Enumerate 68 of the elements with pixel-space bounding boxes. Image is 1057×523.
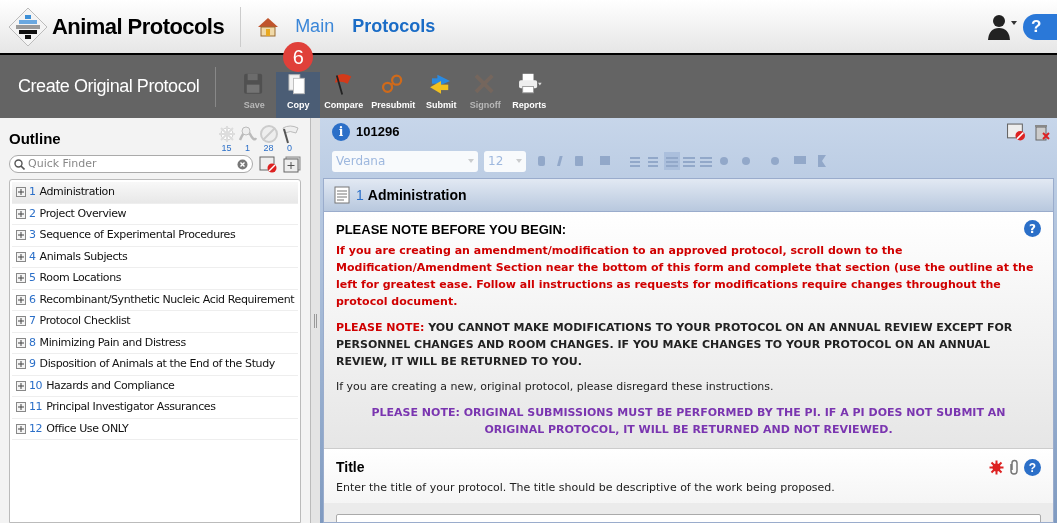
compare-button[interactable]: Compare — [320, 71, 368, 118]
hide-numbers-icon[interactable] — [259, 155, 277, 173]
app-title: Animal Protocols — [52, 13, 225, 41]
outline-item[interactable]: 6 Recombinant/Synthetic Nucleic Acid Requirement — [12, 289, 298, 311]
section-number: 1 — [356, 185, 364, 205]
count-label: 1 — [245, 144, 250, 153]
outline-item[interactable]: 4 Animals Subjects — [12, 246, 298, 268]
outline-item[interactable]: 11 Principal Investigator Assurances — [12, 397, 298, 419]
nav-link[interactable]: Main — [295, 13, 335, 40]
clear-icon[interactable] — [237, 158, 248, 170]
outline-item[interactable]: 7 Protocol Checklist — [12, 311, 298, 333]
logo-icon — [8, 6, 48, 47]
field-label: Title — [336, 458, 365, 477]
outline-item[interactable]: 9 Disposition of Animals at the End of the Study — [12, 354, 298, 376]
home-icon[interactable] — [257, 15, 280, 38]
attachment-icon[interactable] — [1008, 459, 1020, 476]
expand-icon[interactable] — [16, 273, 26, 284]
note-heading: PLEASE NOTE BEFORE YOU BEGIN: — [336, 221, 567, 239]
splitter-handle[interactable] — [314, 313, 317, 328]
expand-icon[interactable] — [16, 230, 26, 241]
expand-icon[interactable] — [16, 208, 26, 219]
expand-icon[interactable] — [16, 402, 26, 413]
field-description: Enter the title of your protocol. The title should be descriptive of the work being proposed. — [336, 480, 836, 496]
help-menu-button[interactable]: ? — [1023, 13, 1057, 40]
warning-note: If you are creating an amendment/modification to an approved protocol, scroll down to the Modification/Amendment Section near the bottom of this form and complete that section (use the outline at the left for greatest ease. Follow all instructions as requests for modifications require changes throughout the protocol document. — [336, 242, 1035, 310]
flag-count-icon — [279, 124, 300, 144]
annual-review-note: PLEASE NOTE: YOU CANNOT MAKE MODIFICATIONS TO YOUR PROTOCOL ON AN ANNUAL REVIEW EXCEPT FOR PERSONNEL CHANGES AND ROOM CHANGES. IF YOU MAKE CHANGES TO YOUR PROTOCOL ON AN ANNUAL REVIEW, IT WILL BE RETURNED TO YOU. — [336, 319, 1014, 370]
help-button[interactable]: ? — [1024, 220, 1041, 237]
hide-numbers-icon[interactable] — [1006, 123, 1026, 141]
outline-item[interactable]: 8 Minimizing Pain and Distress — [12, 332, 298, 354]
presubmit-button[interactable]: Presubmit — [367, 71, 420, 118]
outline-item[interactable]: 1 Administration — [12, 182, 298, 204]
count-label: 28 — [263, 144, 274, 153]
delete-icon[interactable] — [1034, 123, 1050, 141]
help-button[interactable]: ? — [1024, 459, 1041, 476]
outline-item[interactable]: 10 Hazards and Compliance — [12, 375, 298, 397]
count-label: 15 — [221, 144, 232, 153]
page-title: Create Original Protocol — [18, 75, 200, 98]
section-title: Administration — [367, 185, 467, 205]
outline-item[interactable]: 2 Project Overview — [12, 203, 298, 225]
info-button[interactable]: i — [332, 123, 350, 141]
blocked-count-icon — [258, 124, 279, 144]
expand-all-icon[interactable] — [283, 155, 301, 173]
required-count-icon — [216, 124, 237, 144]
reports-button[interactable]: Reports — [507, 71, 552, 118]
expand-icon[interactable] — [16, 316, 26, 327]
required-icon — [989, 460, 1004, 475]
instructions-note: If you are creating a new, original protocol, please disregard these instructions. — [336, 378, 775, 395]
expand-icon[interactable] — [16, 359, 26, 370]
nav-link[interactable]: Protocols — [352, 13, 436, 40]
expand-icon[interactable] — [16, 380, 26, 391]
user-menu-icon[interactable] — [987, 12, 1017, 41]
expand-icon[interactable] — [16, 251, 26, 262]
expand-icon[interactable] — [16, 337, 26, 348]
protocol-number: 101296 — [356, 123, 400, 142]
copy-button[interactable]: Copy — [276, 71, 321, 118]
outline-item[interactable]: 12 Office Use ONLY — [12, 418, 298, 440]
count-label: 0 — [287, 144, 292, 153]
outline-title: Outline — [9, 129, 61, 149]
document-icon — [334, 186, 350, 204]
expand-icon[interactable] — [16, 423, 26, 434]
outline-item[interactable]: 5 Room Locations — [12, 268, 298, 290]
expand-icon[interactable] — [16, 187, 26, 198]
search-icon — [14, 158, 25, 170]
submit-button[interactable]: Submit — [419, 71, 464, 118]
pi-note: PLEASE NOTE: ORIGINAL SUBMISSIONS MUST BE PERFORMED BY THE PI. IF A PI DOES NOT SUBMIT AN ORIGINAL PROTOCOL, IT WILL BE RETURNED AND NOT REVIEWED. — [370, 405, 1007, 438]
expand-icon[interactable] — [16, 294, 26, 305]
outline-item[interactable]: 3 Sequence of Experimental Procedures — [12, 225, 298, 247]
